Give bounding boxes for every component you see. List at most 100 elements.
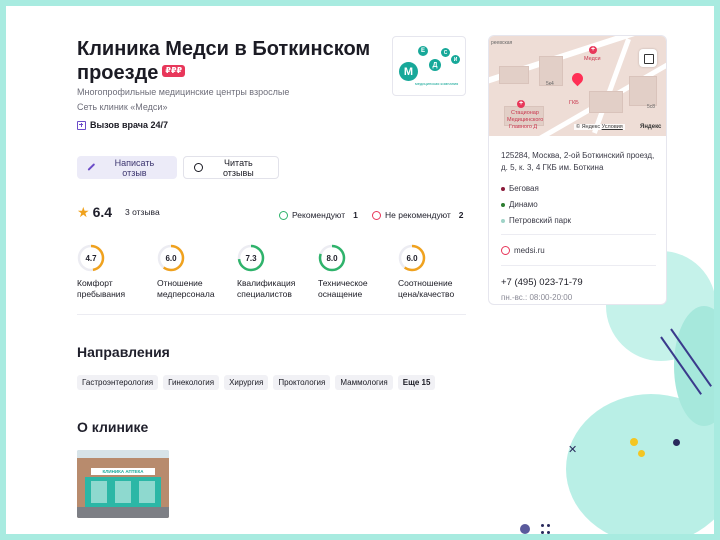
map-building <box>499 66 529 84</box>
photo-window <box>91 481 107 503</box>
logo-letter: И <box>451 55 460 64</box>
divider <box>501 265 656 266</box>
decor-dot <box>547 531 550 534</box>
hospital-marker-icon: + <box>589 46 597 54</box>
smile-icon <box>279 210 288 220</box>
show-more-directions-button[interactable]: Еще 15 <box>397 375 436 390</box>
score-value: 8.0 <box>326 253 338 263</box>
score-label: Квалификация специалистов <box>237 278 317 300</box>
decor-dot <box>673 439 680 446</box>
score-value: 6.0 <box>165 253 177 263</box>
score-label: Комфорт пребывания <box>77 278 157 300</box>
score-label-line: специалистов <box>237 289 292 299</box>
map-copyright: © Яндекс Условия <box>574 124 625 130</box>
score-value: 7.3 <box>245 253 257 263</box>
page: ✕ Клиника Медси в Боткинском проезде ₽₽₽ … <box>6 6 714 534</box>
map-poi: Медицинского <box>507 117 544 123</box>
photo-sign: КЛИНИКА АПТЕКА <box>91 468 155 475</box>
doctor-call-label: Вызов врача 24/7 <box>90 120 169 130</box>
divider <box>77 314 466 315</box>
metro-station: Беговая <box>501 184 539 193</box>
score-gauge: 6.0 Отношение медперсонала <box>157 244 237 300</box>
score-label-line: Отношение <box>157 278 203 288</box>
logo-letter: Д <box>429 59 441 71</box>
map-building <box>629 76 657 106</box>
read-reviews-button[interactable]: Читать отзывы <box>183 156 279 179</box>
direction-chip[interactable]: Гастроэнтерология <box>77 375 159 390</box>
about-title: О клинике <box>77 419 149 435</box>
map-poi: Стационар <box>511 110 539 116</box>
map-brand: Яндекс <box>640 124 662 130</box>
score-label-line: цена/качество <box>398 289 455 299</box>
website-url: medsi.ru <box>514 246 545 255</box>
not-recommend: Не рекомендуют 2 <box>372 210 464 220</box>
score-gauge: 8.0 Техническое оснащение <box>318 244 398 300</box>
score-label-line: Техническое <box>318 278 368 288</box>
map-terms-link[interactable]: Условия <box>602 124 623 130</box>
write-review-label: Написать отзыв <box>114 157 155 178</box>
frown-icon <box>372 210 381 220</box>
metro-station-name: Беговая <box>509 184 539 193</box>
metro-station: Динамо <box>501 200 538 209</box>
direction-chip[interactable]: Хирургия <box>224 375 269 390</box>
score-label-line: Соотношение <box>398 278 453 288</box>
score-label-line: медперсонала <box>157 289 215 299</box>
photo-window <box>115 481 131 503</box>
score-label: Соотношение цена/качество <box>398 278 478 300</box>
score-label: Техническое оснащение <box>318 278 398 300</box>
photo-window <box>139 481 155 503</box>
logo-letter: М <box>399 62 418 81</box>
expand-map-icon[interactable] <box>639 49 657 67</box>
recommend-label: Рекомендуют <box>292 210 346 220</box>
map-building <box>504 106 544 126</box>
map-building-label: 5к4 <box>546 81 554 87</box>
overall-rating: ★ 6.4 3 отзыва <box>77 204 160 220</box>
recommend-count: 1 <box>353 210 358 220</box>
map[interactable]: реевская + Медси 5к4 ГКБ 5с8 + Стационар… <box>489 36 666 136</box>
metro-line-icon <box>501 186 505 191</box>
working-hours: пн.-вс.: 08:00-20:00 <box>501 293 573 302</box>
not-recommend-count: 2 <box>458 210 464 220</box>
direction-chip[interactable]: Гинекология <box>163 375 220 390</box>
map-building-label: 5с8 <box>647 104 656 110</box>
map-poi: Медси <box>584 56 601 62</box>
direction-chip[interactable]: Маммология <box>335 375 393 390</box>
not-recommend-label: Не рекомендуют <box>385 210 451 220</box>
logo-tagline: медицинская компания <box>415 81 459 86</box>
logo-letter: С <box>441 48 450 57</box>
page-title: Клиника Медси в Боткинском проезде ₽₽₽ <box>77 37 377 85</box>
clinic-name: Клиника Медси в Боткинском проезде <box>77 38 371 84</box>
decor-cross-icon: ✕ <box>568 444 578 456</box>
score-value: 4.7 <box>85 253 97 263</box>
hospital-marker-icon: + <box>517 100 525 108</box>
website-link[interactable]: medsi.ru <box>501 246 545 255</box>
map-pin-icon[interactable] <box>569 70 586 87</box>
write-review-button[interactable]: Написать отзыв <box>77 156 177 179</box>
clinic-photo[interactable]: КЛИНИКА АПТЕКА <box>77 450 169 518</box>
clinic-logo: М Е Д С И медицинская компания <box>392 36 466 96</box>
map-building <box>589 91 623 113</box>
map-copyright-label: © Яндекс <box>576 124 601 130</box>
phone-number[interactable]: +7 (495) 023-71-79 <box>501 277 583 288</box>
metro-station-name: Петровский парк <box>509 216 572 225</box>
review-count[interactable]: 3 отзыва <box>125 207 160 217</box>
decor-dot <box>541 531 544 534</box>
map-poi: ГКБ <box>569 100 579 106</box>
directions-title: Направления <box>77 344 170 360</box>
direction-chip[interactable]: Проктология <box>273 375 331 390</box>
score-label: Отношение медперсонала <box>157 278 237 300</box>
metro-line-icon <box>501 202 505 207</box>
recommend: Рекомендуют 1 <box>279 210 358 220</box>
map-poi: Главного Д <box>509 124 538 130</box>
clinic-category: Многопрофильные медицинские центры взрос… <box>77 87 290 97</box>
score-gauge: 7.3 Квалификация специалистов <box>237 244 317 300</box>
decor-dot <box>638 450 645 457</box>
medical-plus-icon <box>77 120 86 130</box>
decor-dot <box>541 524 544 527</box>
rating-value: 6.4 <box>92 204 113 220</box>
metro-line-icon <box>501 218 505 223</box>
photo-ground <box>77 507 169 518</box>
decor-dot <box>547 524 550 527</box>
score-label-line: Квалификация <box>237 278 296 288</box>
metro-station: Петровский парк <box>501 216 571 225</box>
